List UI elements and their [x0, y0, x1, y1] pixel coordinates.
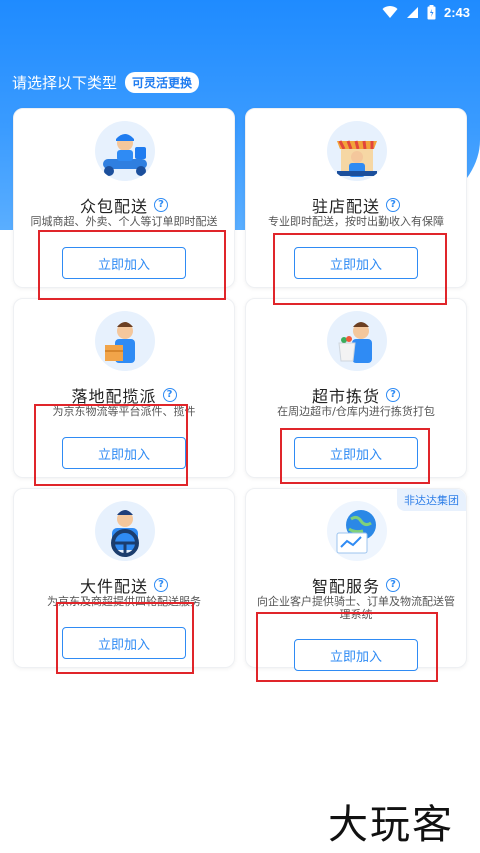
courier-parcel-icon — [95, 311, 155, 371]
help-icon[interactable]: ? — [386, 578, 400, 592]
card-title: 大件配送 — [79, 577, 148, 596]
highlight-box — [280, 428, 430, 484]
courier-scooter-icon — [95, 121, 155, 181]
help-icon[interactable]: ? — [154, 198, 168, 212]
screen: 2:43 请选择以下类型 可灵活更换 众包配送 ? 同城商超、外卖、个人等订单即… — [0, 0, 480, 853]
card-title-row: 智配服务 ? — [246, 573, 466, 597]
battery-icon — [427, 4, 436, 20]
wifi-icon — [382, 5, 398, 19]
highlight-box — [38, 230, 226, 300]
help-icon[interactable]: ? — [154, 578, 168, 592]
status-time: 2:43 — [443, 4, 470, 20]
store-courier-icon — [327, 121, 387, 181]
flex-badge: 可灵活更换 — [125, 72, 200, 93]
card-title: 超市拣货 — [311, 387, 380, 406]
driver-steering-wheel-icon — [95, 501, 155, 561]
card-title-row: 超市拣货 ? — [246, 383, 466, 407]
help-icon[interactable]: ? — [162, 388, 177, 402]
highlight-box — [56, 602, 194, 674]
status-bar: 2:43 — [0, 0, 480, 24]
signal-icon — [406, 6, 419, 19]
card-title-row: 众包配送 ? — [14, 193, 234, 217]
card-desc: 同城商超、外卖、个人等订单即时配送 — [30, 215, 218, 228]
card-title-row: 大件配送 ? — [14, 573, 234, 597]
page-heading: 请选择以下类型 — [12, 74, 118, 92]
highlight-box — [34, 404, 188, 486]
heading-row: 请选择以下类型 可灵活更换 — [12, 72, 200, 93]
highlight-box — [273, 233, 447, 305]
card-title-row: 驻店配送 ? — [246, 193, 466, 217]
card-title: 驻店配送 — [311, 197, 380, 216]
card-desc: 在周边超市/仓库内进行拣货打包 — [277, 405, 435, 418]
highlight-box — [256, 612, 438, 682]
card-title: 智配服务 — [311, 577, 380, 596]
globe-dashboard-icon — [327, 501, 387, 561]
watermark-logo: 大玩客 — [328, 802, 454, 848]
help-icon[interactable]: ? — [386, 198, 400, 212]
grocery-picker-icon — [327, 311, 387, 371]
card-title: 众包配送 — [79, 197, 148, 216]
card-desc: 专业即时配送，按时出勤收入有保障 — [268, 215, 444, 228]
help-icon[interactable]: ? — [386, 388, 400, 402]
non-group-tag: 非达达集团 — [397, 489, 466, 511]
